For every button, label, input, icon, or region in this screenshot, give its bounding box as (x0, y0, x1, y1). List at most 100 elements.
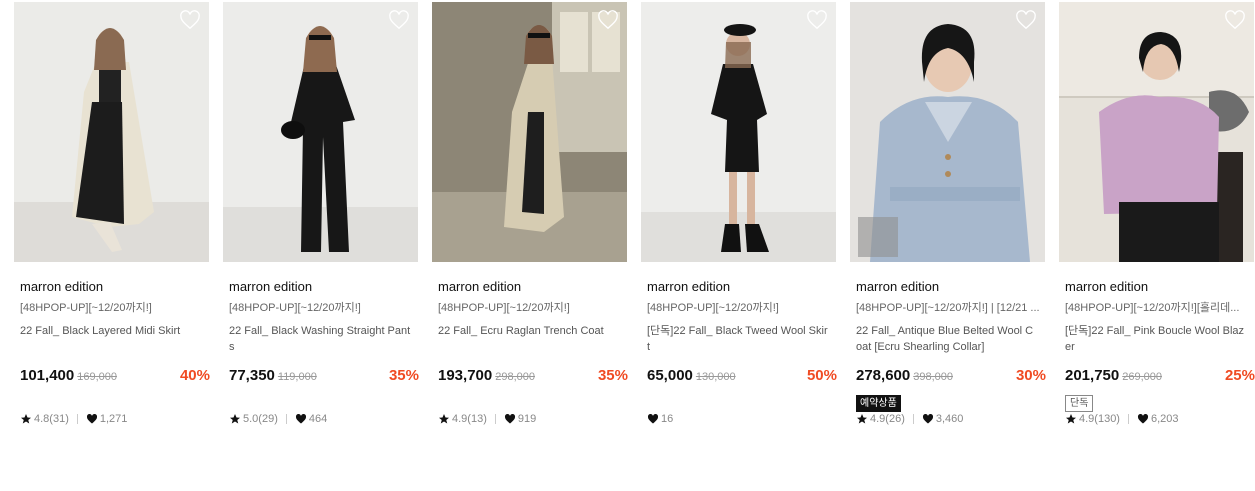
sale-price: 101,400 (20, 367, 75, 384)
star-icon (21, 414, 31, 424)
product-photo (850, 2, 1045, 262)
heart-filled-icon (86, 413, 97, 424)
original-price: 119,000 (277, 371, 317, 383)
badge-area: 단독 (1065, 393, 1254, 412)
review-meta: 4.8(31) 1,271 (20, 411, 209, 427)
product-title[interactable]: [단독]22 Fall_ Black Tweed Wool Skirt (647, 323, 830, 355)
heart-filled-icon (647, 413, 659, 424)
product-image[interactable] (850, 2, 1045, 262)
discount-rate: 40% (179, 367, 210, 384)
wishlist-heart-icon[interactable] (388, 10, 410, 30)
discount-rate: 35% (388, 367, 419, 384)
price-row: 65,000 130,000 50% (647, 367, 837, 387)
badge-area (647, 393, 836, 411)
price-row: 278,600 398,000 30% (856, 367, 1046, 387)
star-icon (1066, 414, 1076, 424)
original-price: 130,000 (695, 371, 736, 383)
wishlist-heart-icon[interactable] (597, 10, 619, 30)
product-title[interactable]: 22 Fall_ Ecru Raglan Trench Coat (438, 323, 621, 355)
product-card[interactable]: marron edition [48HPOP-UP][~12/20까지!] 22… (432, 2, 628, 427)
brand-name[interactable]: marron edition (647, 278, 836, 296)
likes-count: 1,271 (99, 413, 128, 425)
rating-value: 4.9(130) (1079, 413, 1120, 425)
promo-tag: [48HPOP-UP][~12/20까지!] (647, 302, 779, 314)
promo-tag: [48HPOP-UP][~12/20까지!] | [12/21 ... (856, 302, 1040, 314)
product-image[interactable] (641, 2, 836, 262)
product-image[interactable] (1059, 2, 1254, 262)
product-title[interactable]: 22 Fall_ Black Washing Straight Pants (229, 323, 412, 355)
star-icon (230, 414, 240, 424)
sale-price: 201,750 (1065, 367, 1120, 384)
brand-name[interactable]: marron edition (20, 278, 209, 296)
product-card[interactable]: marron edition [48HPOP-UP][~12/20까지!] 22… (14, 2, 210, 427)
rating-value: 4.9(13) (452, 413, 487, 425)
product-card[interactable]: marron edition [48HPOP-UP][~12/20까지!][홀리… (1059, 2, 1255, 427)
original-price: 398,000 (913, 371, 953, 383)
brand-name[interactable]: marron edition (229, 278, 418, 296)
original-price: 298,000 (495, 371, 535, 383)
wishlist-heart-icon[interactable] (806, 10, 828, 30)
wishlist-heart-icon[interactable] (179, 10, 201, 30)
likes-count: 6,203 (1150, 413, 1179, 425)
review-meta: 4.9(13) 919 (438, 411, 627, 427)
product-image[interactable] (14, 2, 209, 262)
sale-price: 278,600 (856, 367, 911, 384)
review-meta: 4.9(26) 3,460 (856, 411, 1045, 427)
product-title[interactable]: [단독]22 Fall_ Pink Boucle Wool Blazer (1065, 323, 1248, 355)
discount-rate: 25% (1224, 367, 1255, 384)
product-image[interactable] (432, 2, 627, 262)
discount-rate: 35% (597, 367, 628, 384)
divider (494, 414, 496, 424)
sale-price: 193,700 (438, 367, 493, 384)
heart-filled-icon (1137, 413, 1149, 424)
wishlist-heart-icon[interactable] (1224, 10, 1246, 30)
rating-value: 4.8(31) (34, 413, 69, 425)
badge-area (20, 393, 209, 411)
product-card[interactable]: marron edition [48HPOP-UP][~12/20까지!] | … (850, 2, 1046, 427)
reservation-badge: 예약상품 (856, 395, 901, 412)
price-row: 77,350 119,000 35% (229, 367, 419, 387)
exclusive-badge: 단독 (1065, 395, 1094, 412)
heart-filled-icon (504, 413, 515, 424)
product-photo (14, 2, 209, 262)
divider (76, 414, 78, 424)
star-icon (857, 414, 867, 424)
likes-count: 3,460 (935, 413, 964, 425)
promo-tag: [48HPOP-UP][~12/20까지!] (20, 302, 152, 314)
product-photo (641, 2, 836, 262)
brand-name[interactable]: marron edition (1065, 278, 1254, 296)
promo-tag: [48HPOP-UP][~12/20까지!] (438, 302, 570, 314)
likes-count: 919 (517, 413, 537, 425)
product-image[interactable] (223, 2, 418, 262)
brand-name[interactable]: marron edition (438, 278, 627, 296)
sale-price: 77,350 (229, 367, 275, 384)
price-row: 201,750 269,000 25% (1065, 367, 1255, 387)
discount-rate: 50% (806, 367, 837, 384)
original-price: 269,000 (1122, 371, 1162, 383)
brand-name[interactable]: marron edition (856, 278, 1045, 296)
product-card[interactable]: marron edition [48HPOP-UP][~12/20까지!] [단… (641, 2, 837, 427)
product-grid: marron edition [48HPOP-UP][~12/20까지!] 22… (0, 0, 1255, 491)
price-row: 101,400 169,000 40% (20, 367, 210, 387)
price-row: 193,700 298,000 35% (438, 367, 628, 387)
heart-filled-icon (922, 413, 933, 424)
product-card[interactable]: marron edition [48HPOP-UP][~12/20까지!] 22… (223, 2, 419, 427)
star-icon (439, 414, 449, 424)
heart-filled-icon (295, 413, 306, 424)
discount-rate: 30% (1015, 367, 1046, 384)
product-photo (1059, 2, 1254, 262)
promo-tag: [48HPOP-UP][~12/20까지!] (229, 302, 361, 314)
likes-count: 16 (661, 413, 674, 425)
badge-area (438, 393, 627, 411)
wishlist-heart-icon[interactable] (1015, 10, 1037, 30)
promo-tag: [48HPOP-UP][~12/20까지!][홀리데... (1065, 302, 1240, 314)
product-title[interactable]: 22 Fall_ Black Layered Midi Skirt (20, 323, 203, 355)
product-photo (432, 2, 627, 262)
badge-area (229, 393, 418, 411)
rating-value: 4.9(26) (870, 413, 905, 425)
likes-count: 464 (308, 413, 328, 425)
original-price: 169,000 (77, 371, 117, 383)
review-meta: 4.9(130) 6,203 (1065, 411, 1254, 427)
product-title[interactable]: 22 Fall_ Antique Blue Belted Wool Coat [… (856, 323, 1039, 355)
divider (912, 414, 914, 424)
